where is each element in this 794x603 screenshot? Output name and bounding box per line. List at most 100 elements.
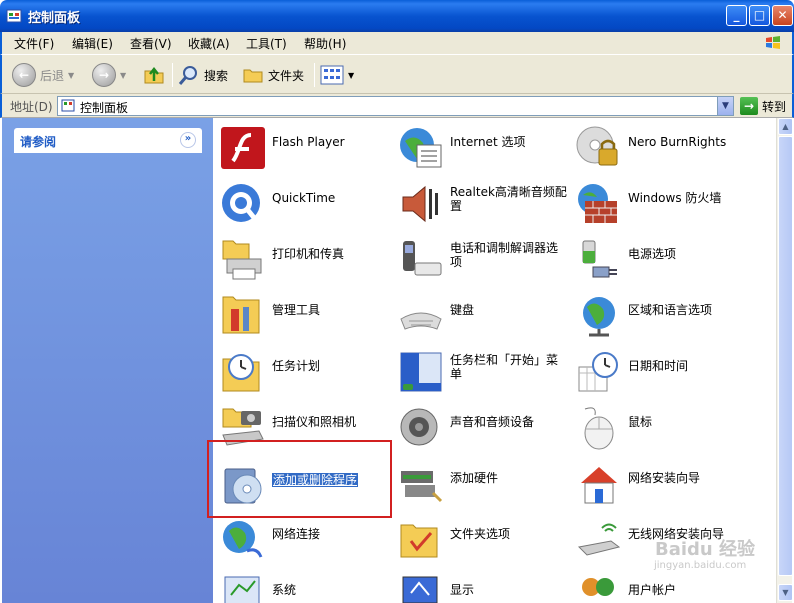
item-user-accounts[interactable]: 用户帐户 xyxy=(571,569,747,603)
back-arrow-icon: ← xyxy=(12,63,36,87)
window-title: 控制面板 xyxy=(28,11,81,26)
menu-favorites[interactable]: 收藏(A) xyxy=(188,35,230,52)
watermark-brand: Baidu 经验 xyxy=(655,539,756,560)
menu-edit[interactable]: 编辑(E) xyxy=(72,35,113,52)
item-power-options[interactable]: 电源选项 xyxy=(571,233,747,283)
scroll-up-icon[interactable]: ▲ xyxy=(778,118,793,135)
quicktime-icon xyxy=(222,184,260,222)
keyboard-icon xyxy=(400,312,442,330)
item-nero-burnrights[interactable]: Nero BurnRights xyxy=(571,121,747,171)
control-panel-small-icon xyxy=(61,99,75,112)
search-icon xyxy=(178,66,197,85)
address-bar: 地址(D) 控制面板 ▼ → 转到 xyxy=(0,94,794,118)
item-add-hardware[interactable]: 添加硬件 xyxy=(393,457,569,507)
views-grid-icon xyxy=(320,65,344,85)
scroll-down-icon[interactable]: ▼ xyxy=(778,584,793,601)
back-button[interactable]: ← 后退 ▼ xyxy=(12,60,74,90)
nero-burnrights-icon xyxy=(576,126,618,166)
item-system[interactable]: 系统 xyxy=(215,569,391,603)
minimize-button[interactable]: _ xyxy=(726,5,747,26)
item-label: 任务计划 xyxy=(272,359,321,373)
item-label: 鼠标 xyxy=(628,415,653,429)
item-network-setup-wizard[interactable]: 网络安装向导 xyxy=(571,457,747,507)
item-label: Realtek高清晰音频配置 xyxy=(450,185,567,213)
folders-button[interactable]: 文件夹 xyxy=(242,60,304,90)
item-printers-faxes[interactable]: 打印机和传真 xyxy=(215,233,391,283)
item-label: Internet 选项 xyxy=(450,135,526,149)
item-keyboard[interactable]: 键盘 xyxy=(393,289,569,339)
scroll-thumb[interactable] xyxy=(778,136,793,576)
item-label: 声音和音频设备 xyxy=(450,415,535,429)
item-flash-player[interactable]: Flash Player xyxy=(215,121,391,171)
chevron-down-icon[interactable]: » xyxy=(180,132,196,148)
search-button[interactable]: 搜索 xyxy=(178,60,228,90)
item-label: 电话和调制解调器选项 xyxy=(450,241,559,269)
internet-options-icon xyxy=(400,128,442,168)
scheduled-tasks-icon xyxy=(222,354,260,392)
power-icon xyxy=(582,240,617,278)
title-bar: 控制面板 _ □ ✕ xyxy=(0,0,794,32)
item-sounds-audio[interactable]: 声音和音频设备 xyxy=(393,401,569,451)
mouse-icon xyxy=(584,407,614,450)
item-label: 网络连接 xyxy=(272,527,321,541)
datetime-icon xyxy=(578,352,618,392)
wireless-setup-icon xyxy=(577,523,621,556)
item-mouse[interactable]: 鼠标 xyxy=(571,401,747,451)
item-label: Windows 防火墙 xyxy=(628,191,722,205)
folders-icon xyxy=(243,69,263,83)
globe-icon xyxy=(583,297,615,337)
item-label: 文件夹选项 xyxy=(450,527,511,541)
close-button[interactable]: ✕ xyxy=(772,5,793,26)
item-scheduled-tasks[interactable]: 任务计划 xyxy=(215,345,391,395)
forward-dropdown-icon[interactable]: ▼ xyxy=(120,71,126,80)
speaker-icon xyxy=(400,408,438,446)
menu-file[interactable]: 文件(F) xyxy=(14,35,54,52)
back-label: 后退 xyxy=(40,68,65,83)
go-button[interactable]: → 转到 xyxy=(740,97,786,115)
address-label: 地址(D) xyxy=(10,100,53,114)
forward-button[interactable]: → ▼ xyxy=(92,60,126,90)
network-setup-icon xyxy=(581,467,617,504)
item-date-time[interactable]: 日期和时间 xyxy=(571,345,747,395)
item-display[interactable]: 显示 xyxy=(393,569,569,603)
item-quicktime[interactable]: QuickTime xyxy=(215,177,391,227)
item-admin-tools[interactable]: 管理工具 xyxy=(215,289,391,339)
item-label: 电源选项 xyxy=(628,247,677,261)
highlight-annotation xyxy=(207,440,392,518)
item-realtek-audio[interactable]: Realtek高清晰音频配置 xyxy=(393,177,569,227)
address-field[interactable]: 控制面板 ▼ xyxy=(57,96,734,116)
item-label: 扫描仪和照相机 xyxy=(272,415,357,429)
address-dropdown-icon[interactable]: ▼ xyxy=(717,97,733,115)
item-label: Flash Player xyxy=(272,135,345,149)
item-windows-firewall[interactable]: Windows 防火墙 xyxy=(571,177,747,227)
see-also-title: 请参阅 xyxy=(20,135,57,149)
vertical-scrollbar[interactable]: ▲ ▼ xyxy=(776,118,793,603)
item-region-language[interactable]: 区域和语言选项 xyxy=(571,289,747,339)
menu-help[interactable]: 帮助(H) xyxy=(304,35,346,52)
go-arrow-icon: → xyxy=(740,97,758,115)
up-folder-button[interactable] xyxy=(142,60,166,90)
item-internet-options[interactable]: Internet 选项 xyxy=(393,121,569,171)
firewall-icon xyxy=(578,184,617,223)
user-accounts-icon xyxy=(582,578,614,596)
maximize-button[interactable]: □ xyxy=(749,5,770,26)
item-label: 键盘 xyxy=(450,303,475,317)
item-taskbar-start-menu[interactable]: 任务栏和「开始」菜单 xyxy=(393,345,569,395)
add-hardware-icon xyxy=(401,471,443,503)
taskbar-icon xyxy=(400,352,442,392)
item-network-connections[interactable]: 网络连接 xyxy=(215,513,391,563)
views-button[interactable]: ▼ xyxy=(320,60,354,90)
search-label: 搜索 xyxy=(204,68,229,83)
item-label: 管理工具 xyxy=(272,303,321,317)
back-dropdown-icon[interactable]: ▼ xyxy=(68,71,74,80)
system-icon xyxy=(224,576,260,603)
item-folder-options[interactable]: 文件夹选项 xyxy=(393,513,569,563)
see-also-panel[interactable]: 请参阅 » xyxy=(14,128,202,153)
windows-logo-icon xyxy=(766,36,780,49)
menu-view[interactable]: 查看(V) xyxy=(130,35,172,52)
menu-tools[interactable]: 工具(T) xyxy=(246,35,287,52)
item-phone-modem[interactable]: 电话和调制解调器选项 xyxy=(393,233,569,283)
flash-player-icon xyxy=(221,127,265,169)
item-label: 系统 xyxy=(272,583,297,597)
go-label: 转到 xyxy=(762,99,787,114)
